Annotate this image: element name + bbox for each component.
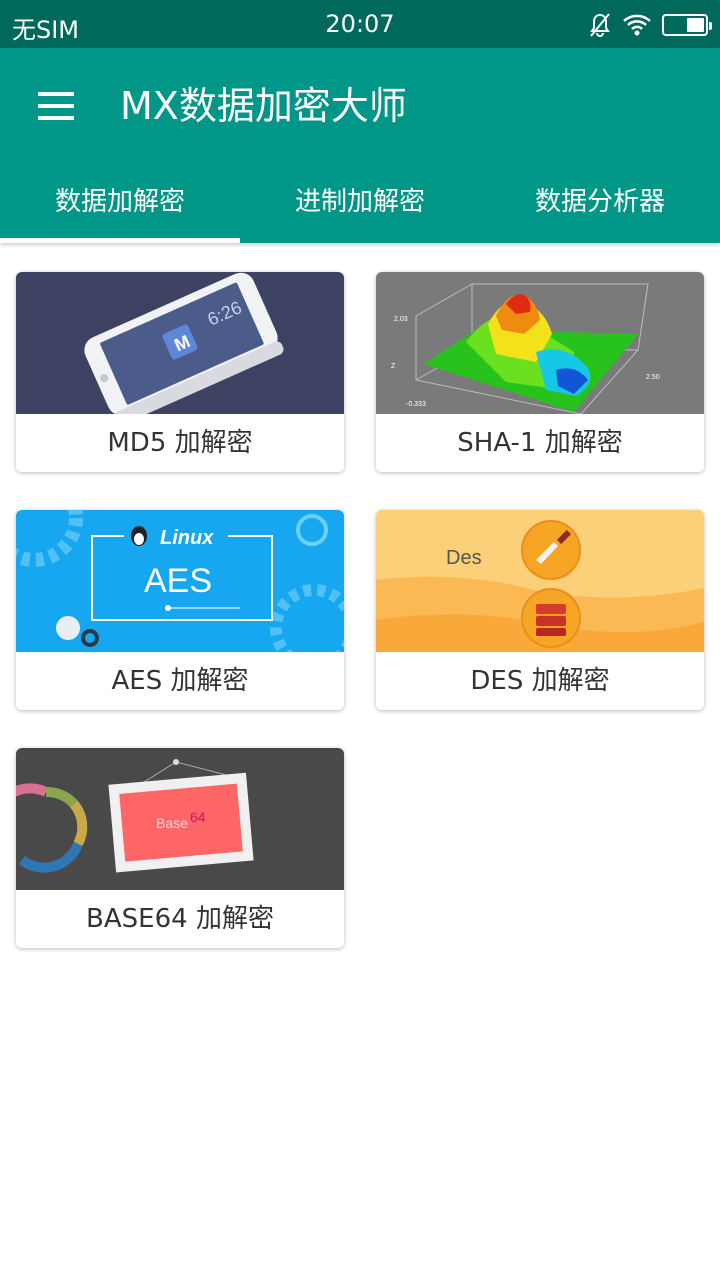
- card-md5[interactable]: 6:26 M MD5 加解密: [16, 272, 344, 472]
- svg-text:Base: Base: [156, 815, 188, 831]
- card-base64[interactable]: Base 64 BASE64 加解密: [16, 748, 344, 948]
- status-bar: 无SIM 20:07: [0, 0, 720, 48]
- bell-off-icon: [588, 12, 612, 38]
- tab-bar: 数据加解密 进制加解密 数据分析器: [0, 166, 720, 243]
- hamburger-menu-icon[interactable]: [28, 78, 84, 134]
- card-label: AES 加解密: [111, 666, 249, 696]
- app-title: MX数据加密大师: [120, 84, 407, 128]
- card-sha1[interactable]: 2.03 Z 2.50 -0.333 SHA-1 加解密: [376, 272, 704, 472]
- tab-radix-encrypt[interactable]: 进制加解密: [240, 166, 480, 243]
- card-label: DES 加解密: [470, 666, 610, 696]
- svg-text:2.03: 2.03: [394, 316, 408, 323]
- svg-text:AES: AES: [144, 562, 212, 600]
- svg-text:2.50: 2.50: [646, 374, 660, 381]
- base64-frame: Base 64: [16, 748, 344, 890]
- linux-aes-banner: Linux AES: [16, 510, 344, 652]
- card-label: SHA-1 加解密: [457, 428, 623, 458]
- svg-text:64: 64: [190, 809, 206, 825]
- status-icons: [588, 11, 712, 39]
- battery-icon: [662, 14, 712, 36]
- svg-text:Linux: Linux: [160, 527, 214, 549]
- wifi-icon: [622, 13, 652, 37]
- des-illustration: Des: [376, 510, 704, 652]
- svg-text:Z: Z: [391, 363, 396, 370]
- card-des[interactable]: Des DES 加解密: [376, 510, 704, 710]
- tab-data-analyzer[interactable]: 数据分析器: [480, 166, 720, 243]
- svg-text:-0.333: -0.333: [406, 401, 426, 408]
- phone-illustration: 6:26 M: [16, 272, 344, 414]
- tab-data-encrypt[interactable]: 数据加解密: [0, 166, 240, 243]
- 3d-surface-plot: 2.03 Z 2.50 -0.333: [376, 272, 704, 414]
- app-bar: MX数据加密大师 数据加解密 进制加解密 数据分析器: [0, 48, 720, 243]
- svg-text:Des: Des: [446, 547, 482, 569]
- card-label: BASE64 加解密: [86, 904, 274, 934]
- card-label: MD5 加解密: [107, 428, 253, 458]
- card-aes[interactable]: Linux AES AES 加解密: [16, 510, 344, 710]
